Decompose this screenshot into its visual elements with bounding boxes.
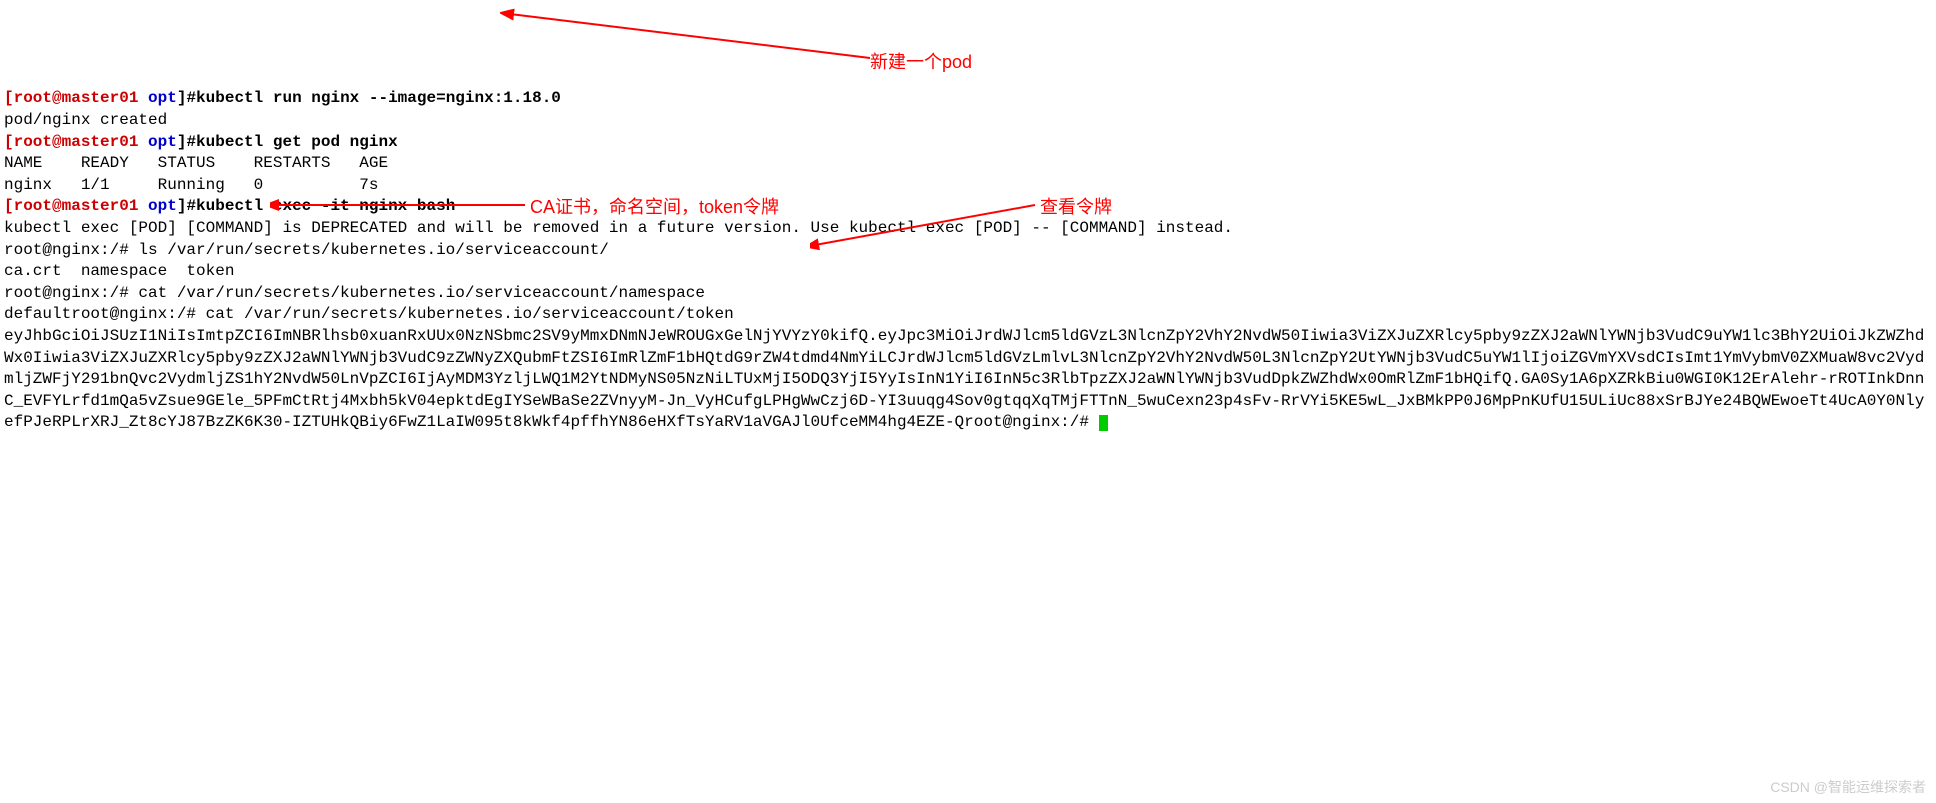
prompt-user: [root@master01 <box>4 197 148 215</box>
terminal-output: [root@master01 opt]#kubectl run nginx --… <box>4 88 1932 434</box>
annotation-new-pod: 新建一个pod <box>870 50 972 74</box>
inner-command-cat-namespace: root@nginx:/# cat /var/run/secrets/kuber… <box>4 284 705 302</box>
command-kubectl-run: kubectl run nginx --image=nginx:1.18.0 <box>196 89 561 107</box>
prompt-user: [root@master01 <box>4 89 148 107</box>
output-header: NAME READY STATUS RESTARTS AGE <box>4 154 388 172</box>
output-pod-created: pod/nginx created <box>4 111 167 129</box>
arrow-icon <box>500 8 880 68</box>
cursor-icon <box>1099 415 1108 431</box>
prompt-sep: ]# <box>177 89 196 107</box>
watermark: CSDN @智能运维探索者 <box>1770 778 1926 797</box>
prompt-path: opt <box>148 89 177 107</box>
prompt-user: [root@master01 <box>4 133 148 151</box>
inner-command-ls: root@nginx:/# ls /var/run/secrets/kubern… <box>4 241 609 259</box>
prompt-sep: ]# <box>177 133 196 151</box>
command-kubectl-get-pod: kubectl get pod nginx <box>196 133 398 151</box>
command-kubectl-exec: kubectl exec -it nginx bash <box>196 197 455 215</box>
prompt-path: opt <box>148 133 177 151</box>
output-deprecated-warning: kubectl exec [POD] [COMMAND] is DEPRECAT… <box>4 219 1233 237</box>
prompt-sep: ]# <box>177 197 196 215</box>
output-ls-result: ca.crt namespace token <box>4 262 234 280</box>
inner-command-cat-token: defaultroot@nginx:/# cat /var/run/secret… <box>4 305 734 323</box>
output-token: eyJhbGciOiJSUzI1NiIsImtpZCI6ImNBRlhsb0xu… <box>4 327 1924 431</box>
output-pod-row: nginx 1/1 Running 0 7s <box>4 176 378 194</box>
prompt-path: opt <box>148 197 177 215</box>
